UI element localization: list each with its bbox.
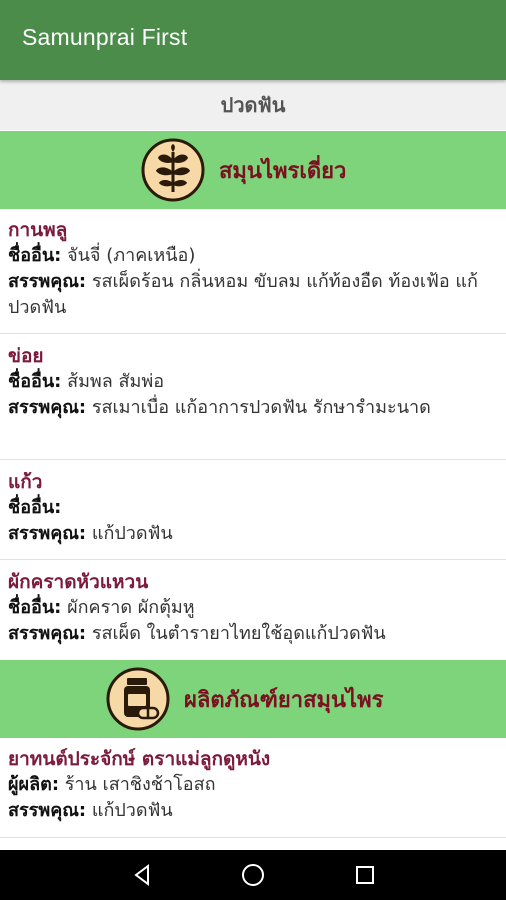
page-title: ปวดฟัน	[0, 80, 506, 130]
list-item-herb[interactable]: ผักคราดหัวแหวน ชื่ออื่น: ผักคราด ผักตุ้ม…	[0, 561, 506, 660]
list-item-herb[interactable]: ข่อย ชื่ออื่น: ส้มพล สัมพ่อ สรรพคุณ: รสเ…	[0, 335, 506, 460]
property-label: สรรพคุณ:	[8, 397, 87, 418]
property-label: สรรพคุณ:	[8, 271, 87, 292]
other-name-label: ชื่ออื่น:	[8, 497, 62, 518]
property-value: แก้ปวดฟัน	[91, 800, 173, 821]
herb-leaf-icon	[141, 138, 205, 202]
herb-property: สรรพคุณ: รสเมาเบื่อ แก้อาการปวดฟัน รักษา…	[8, 395, 498, 421]
herb-name: ข่อย	[8, 345, 44, 367]
property-value: รสเมาเบื่อ แก้อาการปวดฟัน รักษารำมะนาด	[91, 397, 431, 418]
other-name-label: ชื่ออื่น:	[8, 597, 62, 618]
product-producer: ผู้ผลิต: ร้าน เสาชิงช้าโอสถ	[8, 772, 498, 798]
back-triangle-icon	[134, 864, 149, 886]
app-bar: Samunprai First	[0, 0, 506, 80]
product-property: สรรพคุณ: แก้ปวดฟัน	[8, 798, 498, 824]
section-label: ผลิตภัณฑ์ยาสมุนไพร	[184, 687, 384, 713]
herb-property: สรรพคุณ: รสเผ็ด ในตำรายาไทยใช้อุดแก้ปวดฟ…	[8, 621, 498, 647]
recents-square-icon	[356, 866, 374, 884]
home-circle-icon	[242, 864, 264, 886]
producer-label: ผู้ผลิต:	[8, 774, 60, 795]
back-button[interactable]	[112, 850, 172, 900]
herb-property: สรรพคุณ: แก้ปวดฟัน	[8, 521, 498, 547]
herb-name: แก้ว	[8, 471, 43, 493]
herb-property: สรรพคุณ: รสเผ็ดร้อน กลิ่นหอม ขับลม แก้ท้…	[8, 269, 498, 321]
herb-name: กานพลู	[8, 219, 68, 241]
other-name-value: ผักคราด ผักตุ้มหู	[67, 597, 195, 618]
list-item-herb[interactable]: แก้ว ชื่ออื่น: สรรพคุณ: แก้ปวดฟัน	[0, 461, 506, 560]
property-label: สรรพคุณ:	[8, 800, 87, 821]
medicine-bottle-icon	[106, 667, 170, 731]
property-value: รสเผ็ด ในตำรายาไทยใช้อุดแก้ปวดฟัน	[91, 623, 386, 644]
other-name-value: จันจี่ (ภาคเหนือ)	[67, 245, 196, 266]
herb-other-name: ชื่ออื่น: ส้มพล สัมพ่อ	[8, 369, 498, 395]
property-value: แก้ปวดฟัน	[91, 523, 173, 544]
property-label: สรรพคุณ:	[8, 623, 87, 644]
app-title: Samunprai First	[22, 24, 188, 50]
system-nav-bar	[0, 850, 506, 900]
list-item-product[interactable]: ยาทนต์ประจักษ์ ตราแม่ลูกดูหนัง ผู้ผลิต: …	[0, 738, 506, 838]
other-name-label: ชื่ออื่น:	[8, 371, 62, 392]
producer-value: ร้าน เสาชิงช้าโอสถ	[64, 774, 216, 795]
herb-other-name: ชื่ออื่น: จันจี่ (ภาคเหนือ)	[8, 243, 498, 269]
home-button[interactable]	[223, 850, 283, 900]
other-name-label: ชื่ออื่น:	[8, 245, 62, 266]
section-header-single-herbs: สมุนไพรเดี่ยว	[0, 131, 506, 209]
list-item-herb[interactable]: กานพลู ชื่ออื่น: จันจี่ (ภาคเหนือ) สรรพค…	[0, 209, 506, 334]
recents-button[interactable]	[335, 850, 395, 900]
other-name-value: ส้มพล สัมพ่อ	[67, 371, 165, 392]
herb-name: ผักคราดหัวแหวน	[8, 571, 149, 593]
section-label: สมุนไพรเดี่ยว	[219, 158, 347, 184]
section-header-herbal-products: ผลิตภัณฑ์ยาสมุนไพร	[0, 660, 506, 738]
herb-other-name: ชื่ออื่น:	[8, 495, 498, 521]
herb-other-name: ชื่ออื่น: ผักคราด ผักตุ้มหู	[8, 595, 498, 621]
product-name: ยาทนต์ประจักษ์ ตราแม่ลูกดูหนัง	[8, 748, 271, 770]
property-label: สรรพคุณ:	[8, 523, 87, 544]
